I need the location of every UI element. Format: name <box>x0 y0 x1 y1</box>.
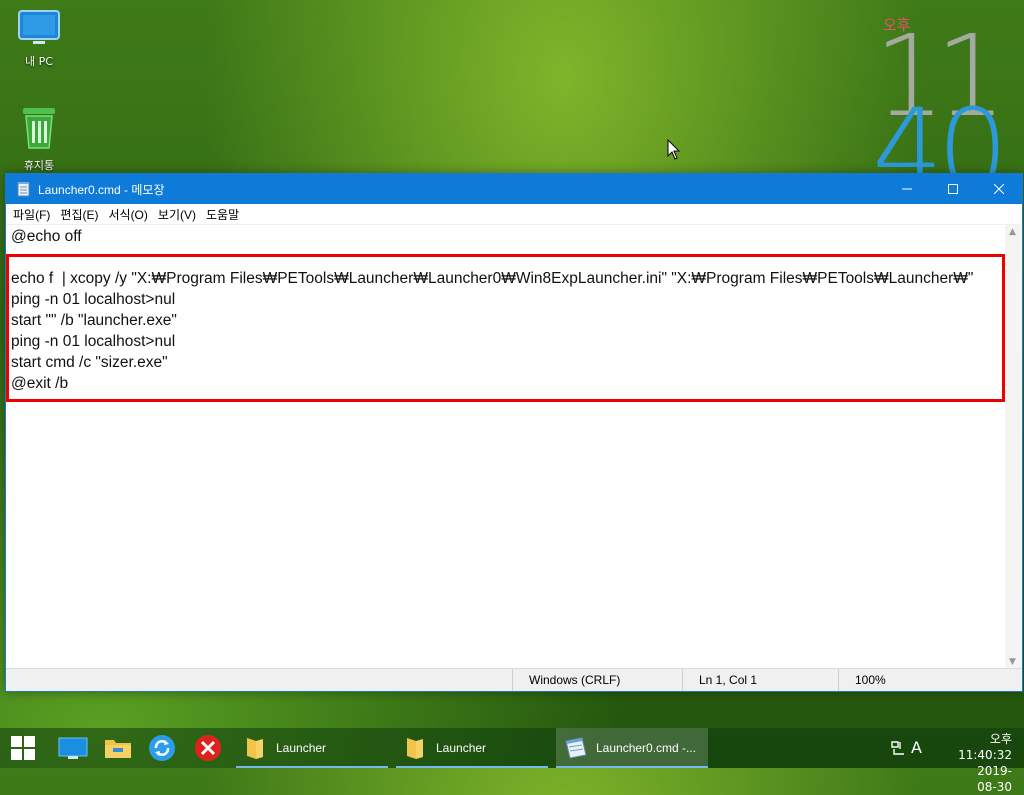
title-bar[interactable]: Launcher0.cmd - 메모장 <box>6 174 1022 204</box>
minimize-icon <box>902 188 912 190</box>
task-label: Launcher0.cmd -... <box>596 741 697 755</box>
ime-language-indicator[interactable]: A <box>911 738 922 757</box>
folder-icon <box>105 740 131 758</box>
folder-icon <box>247 738 263 759</box>
notepad-icon <box>565 737 587 759</box>
scroll-down-icon[interactable]: ▼ <box>1009 657 1016 667</box>
tray-clock[interactable]: 오후 11:40:32 2019-08-30 <box>958 731 1012 795</box>
recycle-bin-icon <box>23 108 55 149</box>
close-icon <box>994 184 1004 194</box>
keyboard-ime-icon[interactable] <box>890 741 906 755</box>
menu-file[interactable]: 파일(F) <box>8 206 55 223</box>
minimize-button[interactable] <box>884 174 930 204</box>
monitor-icon <box>58 737 88 759</box>
status-bar: Windows (CRLF) Ln 1, Col 1 100% <box>6 668 1022 691</box>
highlight-box <box>6 254 1005 402</box>
notepad-window[interactable]: Launcher0.cmd - 메모장 파일(F) 편집(E) 서식(O) 보기… <box>5 173 1023 692</box>
taskbar-task-launcher-2[interactable]: Launcher <box>396 728 548 768</box>
taskbar-task-launcher-1[interactable]: Launcher <box>236 728 388 768</box>
monitor-icon <box>18 10 60 44</box>
desktop-icon-label: 내 PC <box>25 55 53 68</box>
window-title: Launcher0.cmd - 메모장 <box>38 182 165 197</box>
taskbar-task-notepad[interactable]: Launcher0.cmd -... <box>556 728 708 768</box>
status-encoding: Windows (CRLF) <box>512 669 683 691</box>
desktop-icon-this-pc[interactable]: 내 PC <box>9 8 69 69</box>
taskbar-pin-explorer[interactable] <box>104 728 132 768</box>
refresh-icon <box>149 735 175 761</box>
start-button[interactable] <box>10 728 36 768</box>
desktop-icon-recycle-bin[interactable]: 휴지통 <box>9 104 69 173</box>
menu-view[interactable]: 보기(V) <box>153 206 201 223</box>
task-label: Launcher <box>436 741 487 755</box>
taskbar-pin-close[interactable] <box>194 728 222 768</box>
maximize-button[interactable] <box>930 174 976 204</box>
taskbar: Launcher Launcher Launcher0.cmd -... A 오… <box>0 728 1024 794</box>
scroll-up-icon[interactable]: ▲ <box>1009 227 1016 237</box>
notepad-icon <box>17 182 30 197</box>
folder-icon <box>407 738 423 759</box>
windows-logo-icon <box>11 736 35 760</box>
menu-edit[interactable]: 편집(E) <box>55 206 103 223</box>
task-label: Launcher <box>276 741 327 755</box>
desktop-icon-label: 휴지통 <box>23 159 55 172</box>
clock-minute: 40 <box>872 86 1000 175</box>
clock-widget: 11 40 <box>870 30 1000 175</box>
vertical-scrollbar[interactable]: ▲ ▼ <box>1005 225 1022 669</box>
status-zoom: 100% <box>838 669 1005 691</box>
menu-format[interactable]: 서식(O) <box>103 206 152 223</box>
editor-line: @echo off <box>11 228 82 245</box>
menu-help[interactable]: 도움말 <box>201 206 244 223</box>
menu-bar: 파일(F) 편집(E) 서식(O) 보기(V) 도움말 <box>6 204 1022 225</box>
taskbar-pin-refresh[interactable] <box>148 728 176 768</box>
maximize-icon <box>948 184 958 194</box>
taskbar-pin-desktop[interactable] <box>58 728 88 768</box>
tray-time: 오후 11:40:32 <box>958 732 1013 762</box>
mouse-cursor-icon <box>667 139 681 160</box>
red-close-icon <box>195 735 221 761</box>
status-cursor-position: Ln 1, Col 1 <box>682 669 839 691</box>
close-button[interactable] <box>976 174 1022 204</box>
